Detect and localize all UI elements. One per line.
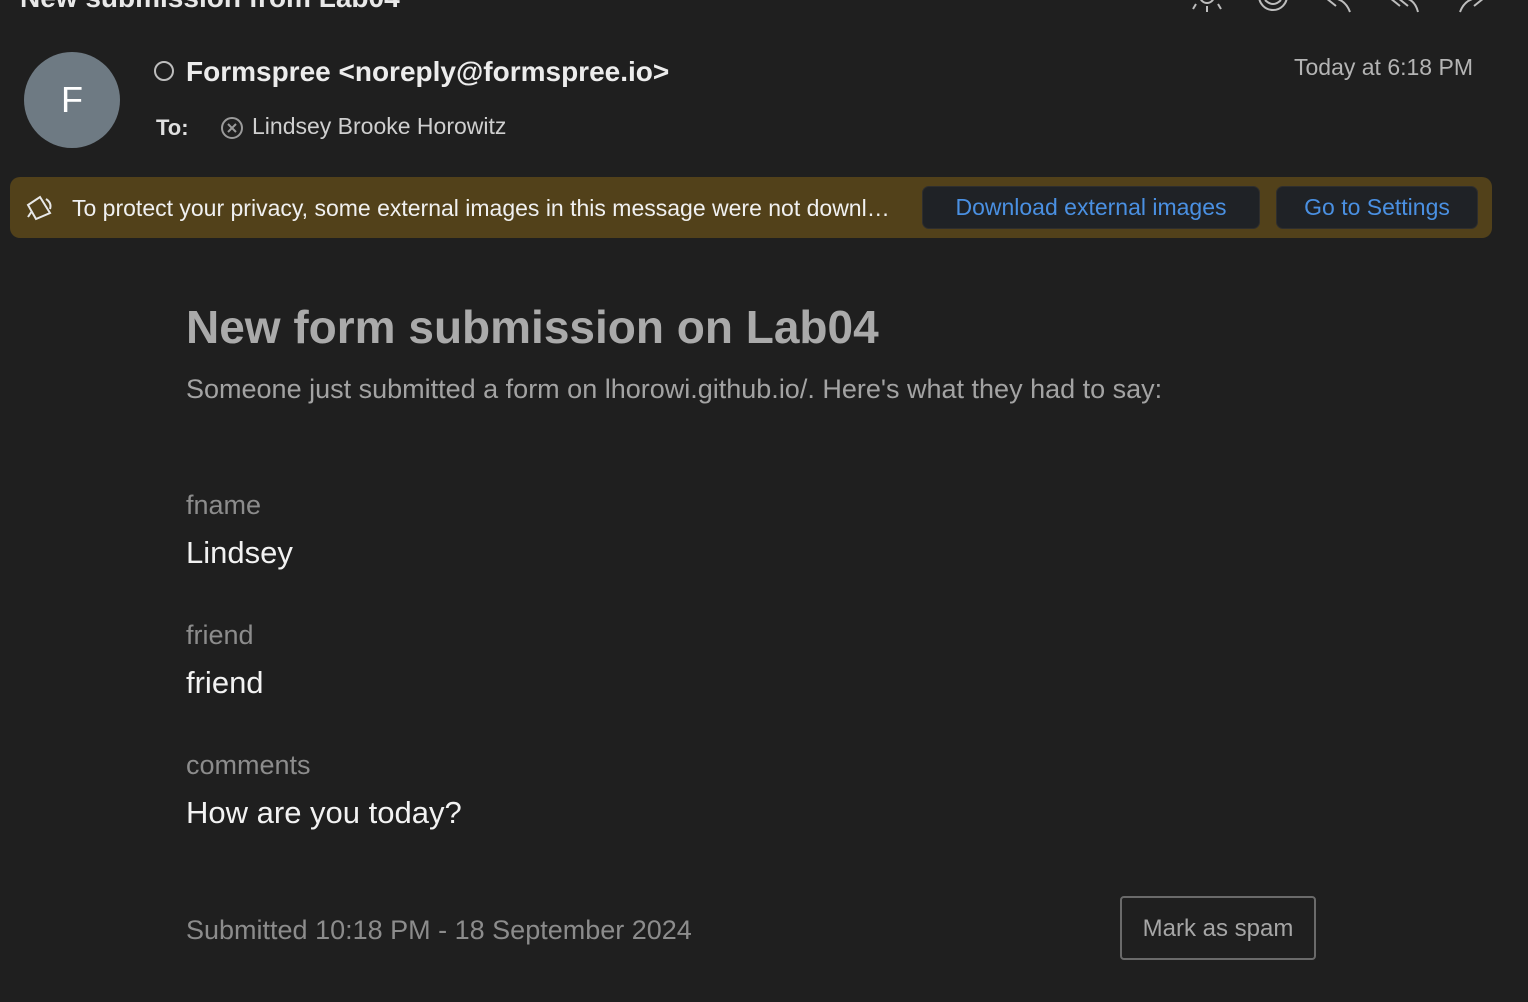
reply-all-icon[interactable] (1388, 0, 1422, 14)
message-toolbar (1190, 0, 1488, 14)
message-header-bar: New submission from Lab04 (0, 0, 1528, 18)
message-subject: New submission from Lab04 (20, 0, 400, 14)
reply-icon[interactable] (1322, 0, 1356, 14)
field-label: friend (186, 620, 254, 650)
message-date: Today at 6:18 PM (1294, 54, 1473, 80)
field-value: How are you today? (186, 795, 462, 830)
privacy-banner-text: To protect your privacy, some external i… (72, 195, 902, 221)
field-value: friend (186, 665, 264, 700)
email-heading: New form submission on Lab04 (186, 301, 879, 353)
field-value: Lindsey (186, 535, 293, 570)
brightness-icon[interactable] (1190, 0, 1224, 14)
emoji-reaction-icon[interactable] (1256, 0, 1290, 14)
unread-status-icon[interactable] (154, 61, 174, 81)
recipient-remove-icon[interactable] (220, 116, 244, 140)
recipient-name[interactable]: Lindsey Brooke Horowitz (252, 113, 506, 140)
field-label: comments (186, 750, 311, 780)
mark-as-spam-button[interactable]: Mark as spam (1120, 896, 1316, 960)
field-label: fname (186, 490, 262, 520)
avatar-initial: F (61, 79, 83, 120)
forward-icon[interactable] (1454, 0, 1488, 14)
to-label: To: (156, 115, 189, 140)
submission-timestamp: Submitted 10:18 PM - 18 September 2024 (186, 915, 692, 945)
email-intro: Someone just submitted a form on lhorowi… (186, 374, 1163, 404)
privacy-banner: To protect your privacy, some external i… (10, 177, 1492, 238)
sender-address[interactable]: Formspree <noreply@formspree.io> (186, 56, 669, 88)
download-external-images-button[interactable]: Download external images (922, 186, 1260, 229)
go-to-settings-button[interactable]: Go to Settings (1276, 186, 1478, 229)
sender-avatar[interactable]: F (24, 52, 120, 148)
remote-content-blocked-icon (26, 195, 52, 221)
